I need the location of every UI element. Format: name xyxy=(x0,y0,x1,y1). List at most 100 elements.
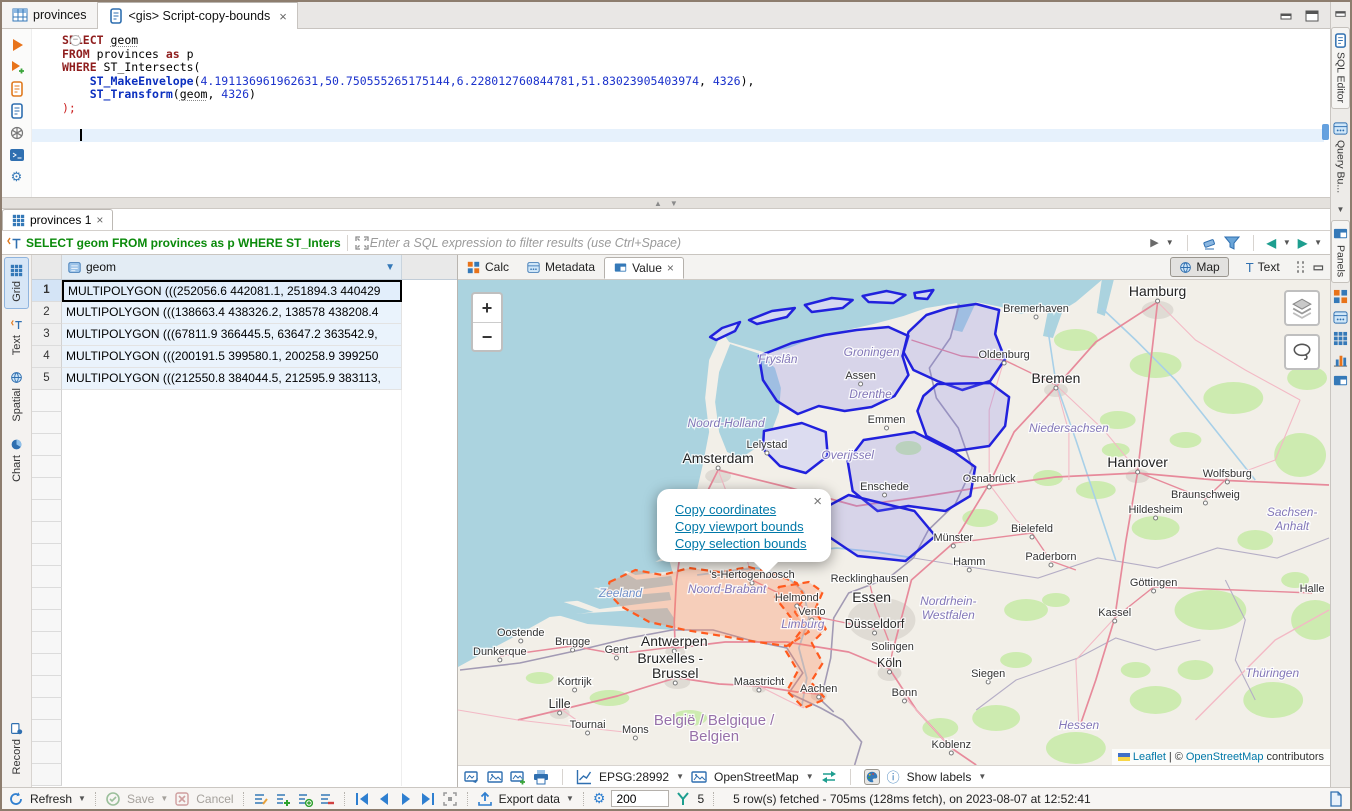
execute-statement-icon[interactable] xyxy=(9,37,25,53)
table-row[interactable]: 5MULTIPOLYGON (((212550.8 384044.5, 2125… xyxy=(32,368,457,390)
show-labels-toggle[interactable]: Show labels xyxy=(907,770,972,784)
metadata-panel-icon[interactable] xyxy=(1333,310,1348,325)
print-icon[interactable] xyxy=(533,769,549,785)
minimize-icon[interactable] xyxy=(1278,8,1294,22)
save-button[interactable]: Save xyxy=(127,792,154,806)
next-row-icon[interactable] xyxy=(398,791,414,807)
previous-row-icon[interactable] xyxy=(376,791,392,807)
copy-map-icon[interactable] xyxy=(464,769,480,785)
last-row-icon[interactable] xyxy=(420,791,436,807)
row-number[interactable]: 2 xyxy=(32,302,62,324)
sql-code-line[interactable] xyxy=(32,129,1324,143)
fold-marker-icon[interactable]: − xyxy=(70,35,81,46)
results-tab-provinces-1[interactable]: provinces 1 × xyxy=(2,209,113,230)
sort-icon[interactable]: ▼ xyxy=(385,262,395,273)
basemap-caret-icon[interactable]: ▼ xyxy=(806,772,814,781)
text-view-button[interactable]: T Text xyxy=(1237,257,1289,278)
table-row[interactable]: 3MULTIPOLYGON (((67811.9 366445.5, 63647… xyxy=(32,324,457,346)
first-row-icon[interactable] xyxy=(354,791,370,807)
geom-cell[interactable]: MULTIPOLYGON (((200191.5 399580.1, 20025… xyxy=(62,346,402,368)
close-tab-icon[interactable]: × xyxy=(279,9,287,24)
geom-cell[interactable]: MULTIPOLYGON (((138663.4 438326.2, 13857… xyxy=(62,302,402,324)
spatial-map-viewer[interactable]: HamburgBremerhavenOldenburgBremenNieders… xyxy=(458,280,1330,765)
fetch-size-input[interactable] xyxy=(611,790,669,807)
osm-link[interactable]: OpenStreetMap xyxy=(1186,751,1264,763)
close-value-tab-icon[interactable]: × xyxy=(667,261,674,275)
geom-column-header[interactable]: geom ▼ xyxy=(62,255,402,279)
calc-panel-icon[interactable] xyxy=(1333,289,1348,304)
results-grid[interactable]: geom ▼ 1MULTIPOLYGON (((252056.6 442081.… xyxy=(32,255,458,787)
popup-link[interactable]: Copy viewport bounds xyxy=(675,518,819,535)
add-row-icon[interactable] xyxy=(275,791,291,807)
settings-gear-icon[interactable]: ⚙ xyxy=(593,790,606,807)
leaflet-link[interactable]: Leaflet xyxy=(1133,751,1166,763)
popup-link[interactable]: Copy selection bounds xyxy=(675,535,819,552)
sql-code-line[interactable]: ST_Transform(geom, 4326) xyxy=(62,88,1330,102)
expand-filter-icon[interactable] xyxy=(354,235,370,251)
sql-code-line[interactable]: −SELECT geom xyxy=(62,34,1330,48)
splitter-collapse-arrows[interactable]: ▲▼ xyxy=(654,199,678,208)
tab-value[interactable]: Value × xyxy=(604,257,684,279)
close-results-tab-icon[interactable]: × xyxy=(96,213,103,227)
apply-filter-icon[interactable]: ▶ xyxy=(1150,236,1158,249)
strip-tab-panels[interactable]: Panels xyxy=(1331,220,1350,283)
refresh-caret-icon[interactable]: ▼ xyxy=(78,794,86,803)
export-data-button[interactable]: Export data xyxy=(499,792,560,806)
maximize-icon[interactable] xyxy=(1304,8,1320,22)
map-layers-control[interactable] xyxy=(1284,290,1320,326)
crs-caret-icon[interactable]: ▼ xyxy=(676,772,684,781)
map-lasso-control[interactable] xyxy=(1284,334,1320,370)
export-caret-icon[interactable]: ▼ xyxy=(566,794,574,803)
execute-script-icon[interactable] xyxy=(9,81,25,97)
crs-selector[interactable]: EPSG:28992 xyxy=(599,770,669,784)
edit-cell-icon[interactable] xyxy=(253,791,269,807)
restore-pane-icon[interactable] xyxy=(1333,6,1348,21)
sidebar-item-text[interactable]: Text xyxy=(4,311,29,362)
filter-query-text[interactable]: SELECT geom FROM provinces as p WHERE ST… xyxy=(26,236,341,250)
grid-panel-icon[interactable] xyxy=(1333,331,1348,346)
explain-plan-icon[interactable] xyxy=(9,103,25,119)
geom-cell[interactable]: MULTIPOLYGON (((212550.8 384044.5, 21259… xyxy=(62,368,402,390)
strip-tab-query-builder[interactable]: Query Bu... xyxy=(1331,115,1350,199)
basemap-selector[interactable]: OpenStreetMap xyxy=(714,770,799,784)
sql-code-line[interactable]: WHERE ST_Intersects( xyxy=(62,61,1330,75)
tab-script-copy-bounds[interactable]: <gis> Script-copy-bounds × xyxy=(98,2,298,29)
sql-code-line[interactable]: ST_MakeEnvelope(4.191136961962631,50.750… xyxy=(62,75,1330,89)
geom-cell[interactable]: MULTIPOLYGON (((252056.6 442081.1, 25189… xyxy=(62,280,402,302)
row-number[interactable]: 1 xyxy=(32,280,62,302)
clear-filter-icon[interactable] xyxy=(1201,235,1217,251)
forward-caret-icon[interactable]: ▼ xyxy=(1314,238,1322,247)
filter-input[interactable]: Enter a SQL expression to filter results… xyxy=(370,236,1151,250)
table-row[interactable]: 1MULTIPOLYGON (((252056.6 442081.1, 2518… xyxy=(32,280,457,302)
refresh-button[interactable]: Refresh xyxy=(30,792,72,806)
sql-code-line[interactable]: ); xyxy=(62,102,1330,116)
map-view-button[interactable]: Map xyxy=(1170,257,1228,277)
labels-caret-icon[interactable]: ▼ xyxy=(978,772,986,781)
swap-coordinates-icon[interactable] xyxy=(821,769,837,785)
strip-caret-icon[interactable]: ▼ xyxy=(1337,205,1345,214)
sidebar-item-record[interactable]: Record xyxy=(4,715,29,781)
palette-icon[interactable] xyxy=(864,769,880,785)
minimize-panel-icon[interactable]: ▭ xyxy=(1313,260,1324,274)
refresh-icon[interactable] xyxy=(8,791,24,807)
ai-assistant-icon[interactable] xyxy=(9,125,25,141)
document-status-icon[interactable] xyxy=(1328,791,1344,807)
table-row[interactable]: 2MULTIPOLYGON (((138663.4 438326.2, 1385… xyxy=(32,302,457,324)
chart-panel-icon[interactable] xyxy=(1333,352,1348,367)
forward-icon[interactable]: ▶ xyxy=(1298,236,1307,250)
filter-settings-icon[interactable] xyxy=(1224,235,1240,251)
map-canvas[interactable]: HamburgBremerhavenOldenburgBremenNieders… xyxy=(458,280,1330,765)
focus-cell-icon[interactable] xyxy=(442,791,458,807)
tab-calc[interactable]: Calc xyxy=(458,257,518,277)
popup-close-icon[interactable]: × xyxy=(813,493,822,510)
cancel-button[interactable]: Cancel xyxy=(196,792,233,806)
execute-new-tab-icon[interactable] xyxy=(9,59,25,75)
sql-code-line[interactable]: FROM provinces as p xyxy=(62,48,1330,62)
table-row[interactable]: 4MULTIPOLYGON (((200191.5 399580.1, 2002… xyxy=(32,346,457,368)
tab-provinces[interactable]: provinces xyxy=(2,2,98,28)
sidebar-item-spatial[interactable]: Spatial xyxy=(4,364,29,429)
sql-code-line[interactable] xyxy=(62,115,1330,129)
row-number[interactable]: 3 xyxy=(32,324,62,346)
sidebar-item-chart[interactable]: Chart xyxy=(4,431,29,489)
duplicate-row-icon[interactable] xyxy=(297,791,313,807)
